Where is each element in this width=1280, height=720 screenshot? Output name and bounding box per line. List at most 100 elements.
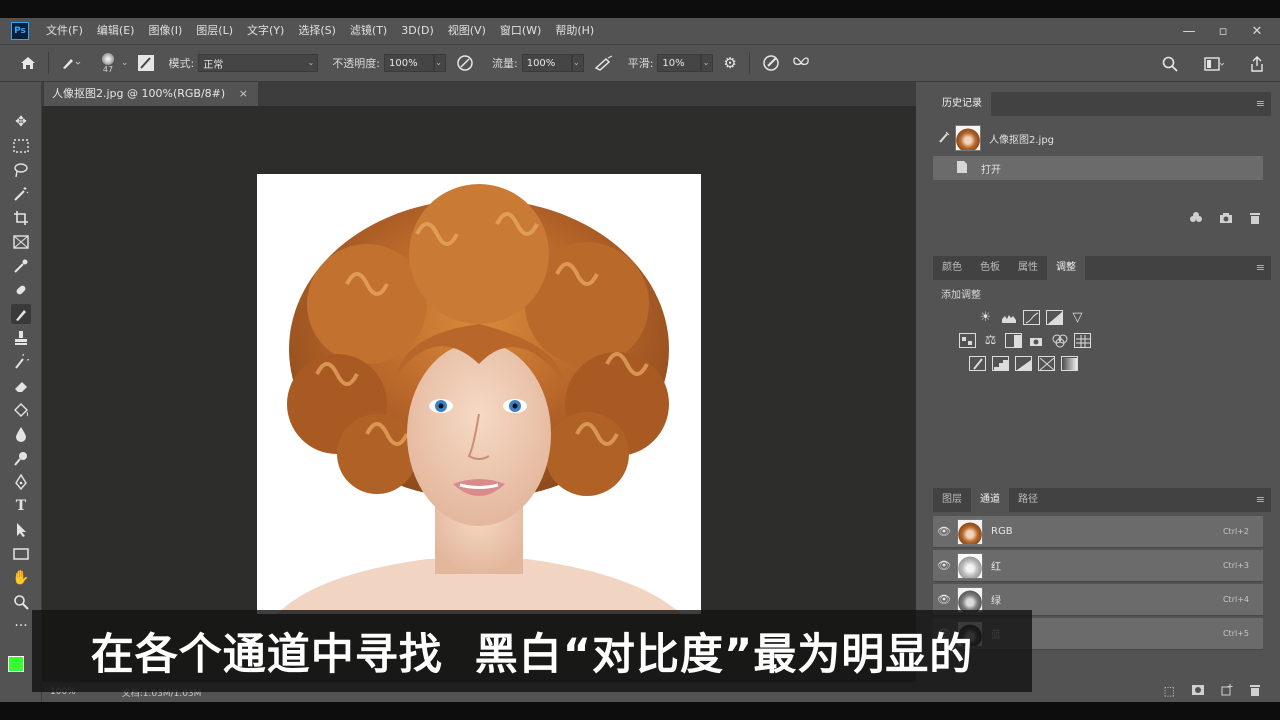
- rectangle-tool-icon[interactable]: [11, 544, 31, 564]
- menu-filter[interactable]: 滤镜(T): [343, 18, 394, 44]
- trash-icon[interactable]: [1249, 212, 1261, 228]
- move-tool-icon[interactable]: ✥: [11, 112, 31, 132]
- close-tab-icon[interactable]: ×: [239, 87, 248, 100]
- trash-icon[interactable]: [1249, 684, 1261, 700]
- channel-row-red[interactable]: 👁 红 Ctrl+3: [933, 550, 1263, 582]
- eye-icon[interactable]: 👁: [933, 525, 955, 538]
- menu-help[interactable]: 帮助(H): [548, 18, 601, 44]
- tab-properties[interactable]: 属性: [1009, 256, 1047, 280]
- document-tab[interactable]: 人像抠图2.jpg @ 100%(RGB/8#) ×: [44, 82, 258, 106]
- tab-adjustments[interactable]: 调整: [1047, 256, 1085, 280]
- healing-brush-icon[interactable]: [11, 280, 31, 300]
- frame-tool-icon[interactable]: [11, 232, 31, 252]
- exposure-icon[interactable]: [1046, 310, 1063, 325]
- path-selection-icon[interactable]: [11, 520, 31, 540]
- tab-color[interactable]: 颜色: [933, 256, 971, 280]
- menu-edit[interactable]: 编辑(E): [90, 18, 142, 44]
- menu-3d[interactable]: 3D(D): [394, 18, 441, 44]
- menu-image[interactable]: 图像(I): [141, 18, 189, 44]
- pen-tool-icon[interactable]: [11, 472, 31, 492]
- color-lookup-icon[interactable]: [1074, 333, 1091, 348]
- eraser-icon[interactable]: [11, 376, 31, 396]
- panel-menu-icon[interactable]: ≡: [1256, 97, 1265, 110]
- eye-icon[interactable]: 👁: [933, 559, 955, 572]
- menu-select[interactable]: 选择(S): [291, 18, 343, 44]
- zoom-tool-icon[interactable]: [11, 592, 31, 612]
- save-selection-channel-icon[interactable]: [1191, 684, 1205, 700]
- selective-color-icon[interactable]: [1038, 356, 1055, 371]
- tab-history[interactable]: 历史记录: [933, 92, 991, 116]
- levels-icon[interactable]: [1000, 310, 1017, 325]
- channel-row-rgb[interactable]: 👁 RGB Ctrl+2: [933, 516, 1263, 548]
- minimize-button[interactable]: —: [1172, 24, 1206, 39]
- search-icon[interactable]: [1162, 56, 1178, 72]
- tab-layers[interactable]: 图层: [933, 488, 971, 512]
- photo-filter-icon[interactable]: [1028, 333, 1045, 348]
- dodge-tool-icon[interactable]: [11, 448, 31, 468]
- symmetry-butterfly-icon[interactable]: [792, 55, 810, 71]
- load-channel-selection-icon[interactable]: ⬚: [1164, 684, 1175, 700]
- threshold-icon[interactable]: [1015, 356, 1032, 371]
- maximize-button[interactable]: ▫: [1206, 24, 1240, 39]
- close-button[interactable]: ✕: [1240, 24, 1274, 39]
- magic-wand-icon[interactable]: [11, 184, 31, 204]
- brush-size-picker[interactable]: 47: [97, 48, 119, 78]
- invert-icon[interactable]: [969, 356, 986, 371]
- hue-sat-icon[interactable]: [959, 333, 976, 348]
- marquee-tool-icon[interactable]: [11, 136, 31, 156]
- workspace-icon[interactable]: [1204, 57, 1224, 71]
- opacity-dropdown[interactable]: ⌄: [433, 54, 446, 72]
- lasso-tool-icon[interactable]: [11, 160, 31, 180]
- gear-icon[interactable]: ⚙: [723, 54, 736, 72]
- channel-mixer-icon[interactable]: [1051, 333, 1068, 348]
- gradient-map-icon[interactable]: [1061, 356, 1078, 371]
- chevron-down-icon[interactable]: ⌄: [121, 58, 129, 68]
- blur-tool-icon[interactable]: [11, 424, 31, 444]
- smoothing-dropdown[interactable]: ⌄: [701, 54, 714, 72]
- tab-paths[interactable]: 路径: [1009, 488, 1047, 512]
- curves-icon[interactable]: [1023, 310, 1040, 325]
- color-balance-icon[interactable]: ⚖: [982, 333, 999, 348]
- new-channel-icon[interactable]: [1221, 684, 1233, 700]
- brush-tool-icon[interactable]: [11, 304, 31, 324]
- panel-menu-icon[interactable]: ≡: [1256, 261, 1265, 274]
- history-brush-source-icon[interactable]: [933, 131, 955, 146]
- tab-channels[interactable]: 通道: [971, 488, 1009, 512]
- history-step[interactable]: 打开: [933, 156, 1263, 180]
- menu-type[interactable]: 文字(Y): [240, 18, 291, 44]
- home-icon[interactable]: [20, 56, 36, 70]
- more-tools-icon[interactable]: ···: [11, 616, 31, 636]
- panel-menu-icon[interactable]: ≡: [1256, 493, 1265, 506]
- pressure-size-icon[interactable]: [762, 54, 780, 72]
- portrait-photo[interactable]: [257, 174, 701, 614]
- airbrush-icon[interactable]: [594, 55, 614, 71]
- brightness-icon[interactable]: ☀: [977, 310, 994, 325]
- smoothing-input[interactable]: 10%: [657, 54, 702, 72]
- history-brush-icon[interactable]: [11, 352, 31, 372]
- foreground-color-swatch[interactable]: [8, 656, 24, 672]
- canvas-area[interactable]: [42, 106, 916, 682]
- history-snapshot[interactable]: 人像抠图2.jpg: [933, 122, 1263, 154]
- camera-snapshot-icon[interactable]: [1219, 212, 1233, 228]
- menu-file[interactable]: 文件(F): [39, 18, 90, 44]
- type-tool-icon[interactable]: T: [11, 496, 31, 516]
- new-document-from-state-icon[interactable]: [1189, 212, 1203, 228]
- mode-select[interactable]: 正常 ⌄: [198, 54, 319, 72]
- crop-tool-icon[interactable]: [11, 208, 31, 228]
- vibrance-icon[interactable]: ▽: [1069, 310, 1086, 325]
- opacity-input[interactable]: 100%: [383, 54, 434, 72]
- brush-settings-icon[interactable]: [137, 54, 155, 72]
- tab-swatches[interactable]: 色板: [971, 256, 1009, 280]
- pressure-opacity-icon[interactable]: [456, 54, 474, 72]
- eye-icon[interactable]: 👁: [933, 593, 955, 606]
- menu-window[interactable]: 窗口(W): [493, 18, 548, 44]
- hand-tool-icon[interactable]: ✋: [11, 568, 31, 588]
- stamp-tool-icon[interactable]: [11, 328, 31, 348]
- black-white-icon[interactable]: [1005, 333, 1022, 348]
- menu-layer[interactable]: 图层(L): [189, 18, 240, 44]
- brush-tool-preset-icon[interactable]: [61, 56, 83, 70]
- menu-view[interactable]: 视图(V): [441, 18, 493, 44]
- flow-dropdown[interactable]: ⌄: [571, 54, 584, 72]
- posterize-icon[interactable]: [992, 356, 1009, 371]
- flow-input[interactable]: 100%: [521, 54, 572, 72]
